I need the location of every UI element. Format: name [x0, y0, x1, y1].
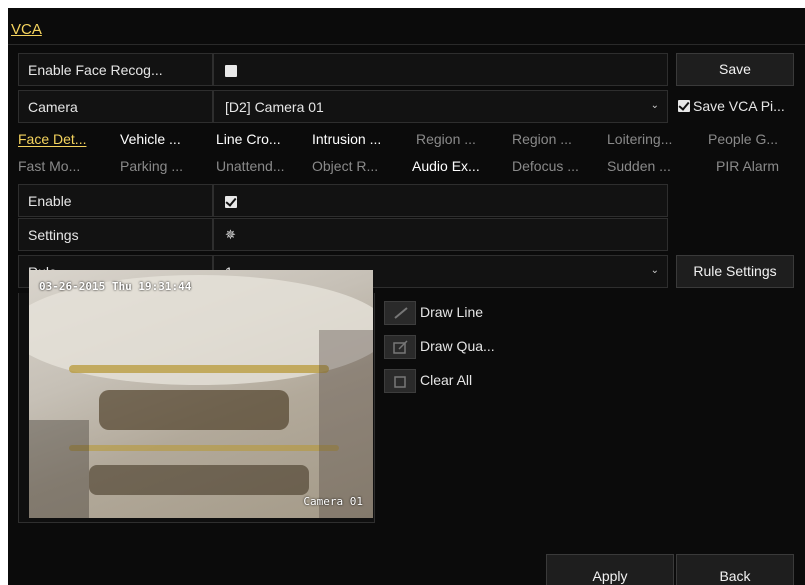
clear-icon — [394, 376, 406, 388]
tab-intrusion[interactable]: Intrusion ... — [312, 128, 404, 150]
tab-object-removal[interactable]: Object R... — [312, 155, 404, 177]
tab-region-exiting[interactable]: Region ... — [512, 128, 600, 150]
tabs-row-1: Face Det... Vehicle ... Line Cro... Intr… — [18, 128, 805, 152]
apply-button[interactable]: Apply — [546, 554, 674, 585]
preview-camera-label: Camera 01 — [303, 495, 363, 508]
enable-face-label: Enable Face Recog... — [18, 53, 213, 86]
tab-vehicle[interactable]: Vehicle ... — [120, 128, 210, 150]
draw-line-button[interactable] — [384, 301, 416, 325]
tab-sudden-scene-change[interactable]: Sudden ... — [607, 155, 699, 177]
tab-audio-exception[interactable]: Audio Ex... — [412, 155, 504, 177]
enable-label: Enable — [18, 184, 213, 217]
tab-region-entrance[interactable]: Region ... — [416, 128, 504, 150]
enable-face-checkbox[interactable] — [225, 65, 237, 77]
tab-face-detection[interactable]: Face Det... — [18, 128, 114, 150]
tab-fast-moving[interactable]: Fast Mo... — [18, 155, 114, 177]
save-vca-checkbox[interactable] — [678, 100, 690, 112]
rule-settings-button[interactable]: Rule Settings — [676, 255, 794, 288]
enable-checkbox[interactable] — [225, 196, 237, 208]
vca-window: VCA Enable Face Recog... Save Camera [D2… — [8, 8, 805, 585]
camera-select[interactable]: [D2] Camera 01 ⌄ — [213, 90, 668, 123]
enable-face-field — [213, 53, 668, 86]
camera-scene — [29, 275, 373, 518]
enable-field — [213, 184, 668, 217]
title-divider — [8, 44, 805, 45]
save-vca-picture[interactable]: Save VCA Pi... — [678, 98, 805, 118]
back-button[interactable]: Back — [676, 554, 794, 585]
tab-line-crossing[interactable]: Line Cro... — [216, 128, 308, 150]
tab-parking[interactable]: Parking ... — [120, 155, 210, 177]
tabs-row-2: Fast Mo... Parking ... Unattend... Objec… — [18, 155, 805, 179]
camera-label: Camera — [18, 90, 213, 123]
clear-all-button[interactable] — [384, 369, 416, 393]
chevron-down-icon: ⌄ — [650, 265, 659, 276]
chevron-down-icon: ⌄ — [650, 100, 659, 111]
draw-quadrilateral-label: Draw Qua... — [420, 338, 495, 354]
clear-all-label: Clear All — [420, 372, 473, 388]
save-button[interactable]: Save — [676, 53, 794, 86]
settings-field: ✵ — [213, 218, 668, 251]
camera-preview[interactable]: 03-26-2015 Thu 19:31:44 Camera 01 — [29, 270, 373, 518]
preview-timestamp: 03-26-2015 Thu 19:31:44 — [39, 280, 192, 293]
tab-defocus[interactable]: Defocus ... — [512, 155, 600, 177]
page-title: VCA — [11, 21, 42, 38]
draw-quadrilateral-button[interactable] — [384, 335, 416, 359]
tab-loitering[interactable]: Loitering... — [607, 128, 699, 150]
settings-label: Settings — [18, 218, 213, 251]
edit-box-icon — [393, 340, 408, 354]
tab-people-gathering[interactable]: People G... — [708, 128, 798, 150]
tab-unattended-baggage[interactable]: Unattend... — [216, 155, 308, 177]
gear-icon[interactable]: ✵ — [225, 227, 236, 242]
tab-pir-alarm[interactable]: PIR Alarm — [716, 155, 805, 177]
pencil-icon — [394, 307, 408, 319]
draw-line-label: Draw Line — [420, 304, 484, 320]
